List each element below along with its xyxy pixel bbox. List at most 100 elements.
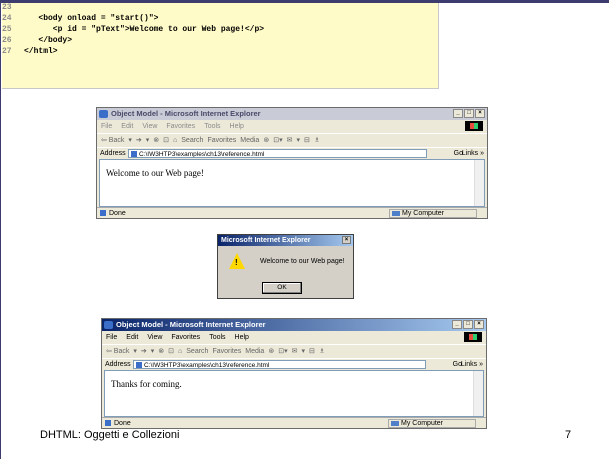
messenger-button[interactable]: ♗ (314, 137, 320, 144)
status-bar: Done My Computer (97, 207, 487, 218)
menu-favorites[interactable]: Favorites (171, 334, 200, 341)
window-controls: _ □ × (453, 109, 485, 118)
print-button[interactable]: ✉ (292, 348, 298, 355)
warning-icon-mark: ! (235, 258, 238, 267)
content-text: Thanks for coming. (111, 379, 182, 389)
maximize-button[interactable]: □ (464, 109, 474, 118)
refresh-button[interactable]: ⊡ (163, 137, 169, 144)
browser-window-1: Object Model - Microsoft Internet Explor… (96, 107, 488, 219)
menu-edit[interactable]: Edit (121, 123, 133, 130)
home-button[interactable]: ⌂ (173, 137, 177, 144)
refresh-button[interactable]: ⊡ (168, 348, 174, 355)
line-number: 25 (2, 25, 12, 34)
status-text: Done (109, 210, 126, 217)
line-number: 24 (2, 14, 12, 23)
windows-logo-icon (464, 332, 482, 342)
menu-bar: File Edit View Favorites Tools Help (97, 121, 487, 132)
code-line: 24 <body onload = "start()"> (2, 14, 158, 24)
ok-button[interactable]: OK (262, 282, 302, 294)
title-bar: Object Model - Microsoft Internet Explor… (97, 108, 487, 120)
search-button[interactable]: Search (181, 137, 203, 144)
windows-logo-icon (465, 121, 483, 131)
window-title: Object Model - Microsoft Internet Explor… (111, 109, 261, 118)
code-text: </body> (24, 36, 73, 45)
dialog-close-button[interactable]: × (342, 236, 351, 244)
alert-dialog: Microsoft Internet Explorer × ! Welcome … (217, 234, 354, 299)
mail-button[interactable]: ⊡▾ (273, 137, 282, 144)
browser-window-2: Object Model - Microsoft Internet Explor… (101, 318, 487, 429)
menu-favorites[interactable]: Favorites (166, 123, 195, 130)
line-number: 23 (2, 3, 12, 12)
address-input[interactable]: C:\IW3HTP3\examples\ch13\reference.html (128, 149, 427, 158)
menu-help[interactable]: Help (230, 123, 244, 130)
discuss-button[interactable]: ⊟ (309, 348, 315, 355)
menu-view[interactable]: View (142, 123, 157, 130)
home-button[interactable]: ⌂ (178, 348, 182, 355)
minimize-button[interactable]: _ (453, 109, 463, 118)
stop-button[interactable]: ⊗ (158, 348, 164, 355)
menu-tools[interactable]: Tools (209, 334, 225, 341)
dialog-message: Welcome to our Web page! (260, 258, 345, 265)
code-line: 23 (2, 3, 24, 13)
back-button[interactable]: ⇦ Back (106, 348, 129, 355)
code-line: 25 <p id = "pText">Welcome to our Web pa… (2, 25, 264, 35)
menu-help[interactable]: Help (235, 334, 249, 341)
messenger-button[interactable]: ♗ (319, 348, 325, 355)
dialog-title: Microsoft Internet Explorer (221, 237, 311, 244)
media-button[interactable]: Media (240, 137, 259, 144)
menu-view[interactable]: View (147, 334, 162, 341)
forward-dropdown-icon[interactable]: ▾ (146, 137, 150, 144)
address-label: Address (100, 150, 126, 157)
discuss-button[interactable]: ⊟ (304, 137, 310, 144)
ie-icon (104, 321, 113, 329)
menu-tools[interactable]: Tools (204, 123, 220, 130)
close-button[interactable]: × (475, 109, 485, 118)
media-button[interactable]: Media (245, 348, 264, 355)
title-bar: Object Model - Microsoft Internet Explor… (102, 319, 486, 331)
history-button[interactable]: ⊛ (263, 137, 269, 144)
security-zone: My Computer (388, 419, 476, 428)
menu-edit[interactable]: Edit (126, 334, 138, 341)
code-text: <body onload = "start()"> (24, 14, 159, 23)
close-button[interactable]: × (474, 320, 484, 329)
status-bar: Done My Computer (102, 417, 486, 428)
zone-text: My Computer (402, 210, 445, 217)
security-zone: My Computer (389, 209, 477, 218)
menu-bar: File Edit View Favorites Tools Help (102, 332, 486, 343)
page-number: 7 (565, 429, 572, 441)
address-input[interactable]: C:\IW3HTP3\examples\ch13\reference.html (133, 360, 426, 369)
vertical-scrollbar[interactable] (474, 160, 484, 206)
links-button[interactable]: Links » (461, 359, 483, 370)
dialog-title-bar: Microsoft Internet Explorer × (218, 235, 353, 246)
back-dropdown-icon[interactable]: ▾ (128, 137, 132, 144)
edit-dropdown-icon[interactable]: ▾ (301, 348, 305, 355)
zone-text: My Computer (401, 420, 444, 427)
favorites-button[interactable]: Favorites (207, 137, 236, 144)
menu-file[interactable]: File (106, 334, 117, 341)
footer-title: DHTML: Oggetti e Collezioni (40, 429, 180, 441)
line-number: 26 (2, 36, 12, 45)
edit-dropdown-icon[interactable]: ▾ (296, 137, 300, 144)
minimize-button[interactable]: _ (452, 320, 462, 329)
links-button[interactable]: Links » (462, 148, 484, 159)
forward-button[interactable]: ➔ (141, 348, 147, 355)
window-controls: _ □ × (452, 320, 484, 329)
forward-button[interactable]: ➔ (136, 137, 142, 144)
back-button[interactable]: ⇦ Back (101, 137, 124, 144)
stop-button[interactable]: ⊗ (153, 137, 159, 144)
maximize-button[interactable]: □ (463, 320, 473, 329)
mail-button[interactable]: ⊡▾ (278, 348, 287, 355)
history-button[interactable]: ⊛ (268, 348, 274, 355)
address-bar: Address C:\IW3HTP3\examples\ch13\referen… (97, 147, 487, 159)
menu-file[interactable]: File (101, 123, 112, 130)
line-number: 27 (2, 47, 12, 56)
status-text: Done (114, 420, 131, 427)
print-button[interactable]: ✉ (287, 137, 293, 144)
forward-dropdown-icon[interactable]: ▾ (151, 348, 155, 355)
back-dropdown-icon[interactable]: ▾ (133, 348, 137, 355)
search-button[interactable]: Search (186, 348, 208, 355)
toolbar: ⇦ Back ▾ ➔ ▾ ⊗ ⊡ ⌂ Search Favorites Media ⊛ ⊡▾ ✉ ▾ ⊟ ♗ (97, 133, 487, 147)
vertical-scrollbar[interactable] (473, 371, 483, 416)
address-bar: Address C:\IW3HTP3\examples\ch13\referen… (102, 358, 486, 370)
favorites-button[interactable]: Favorites (212, 348, 241, 355)
